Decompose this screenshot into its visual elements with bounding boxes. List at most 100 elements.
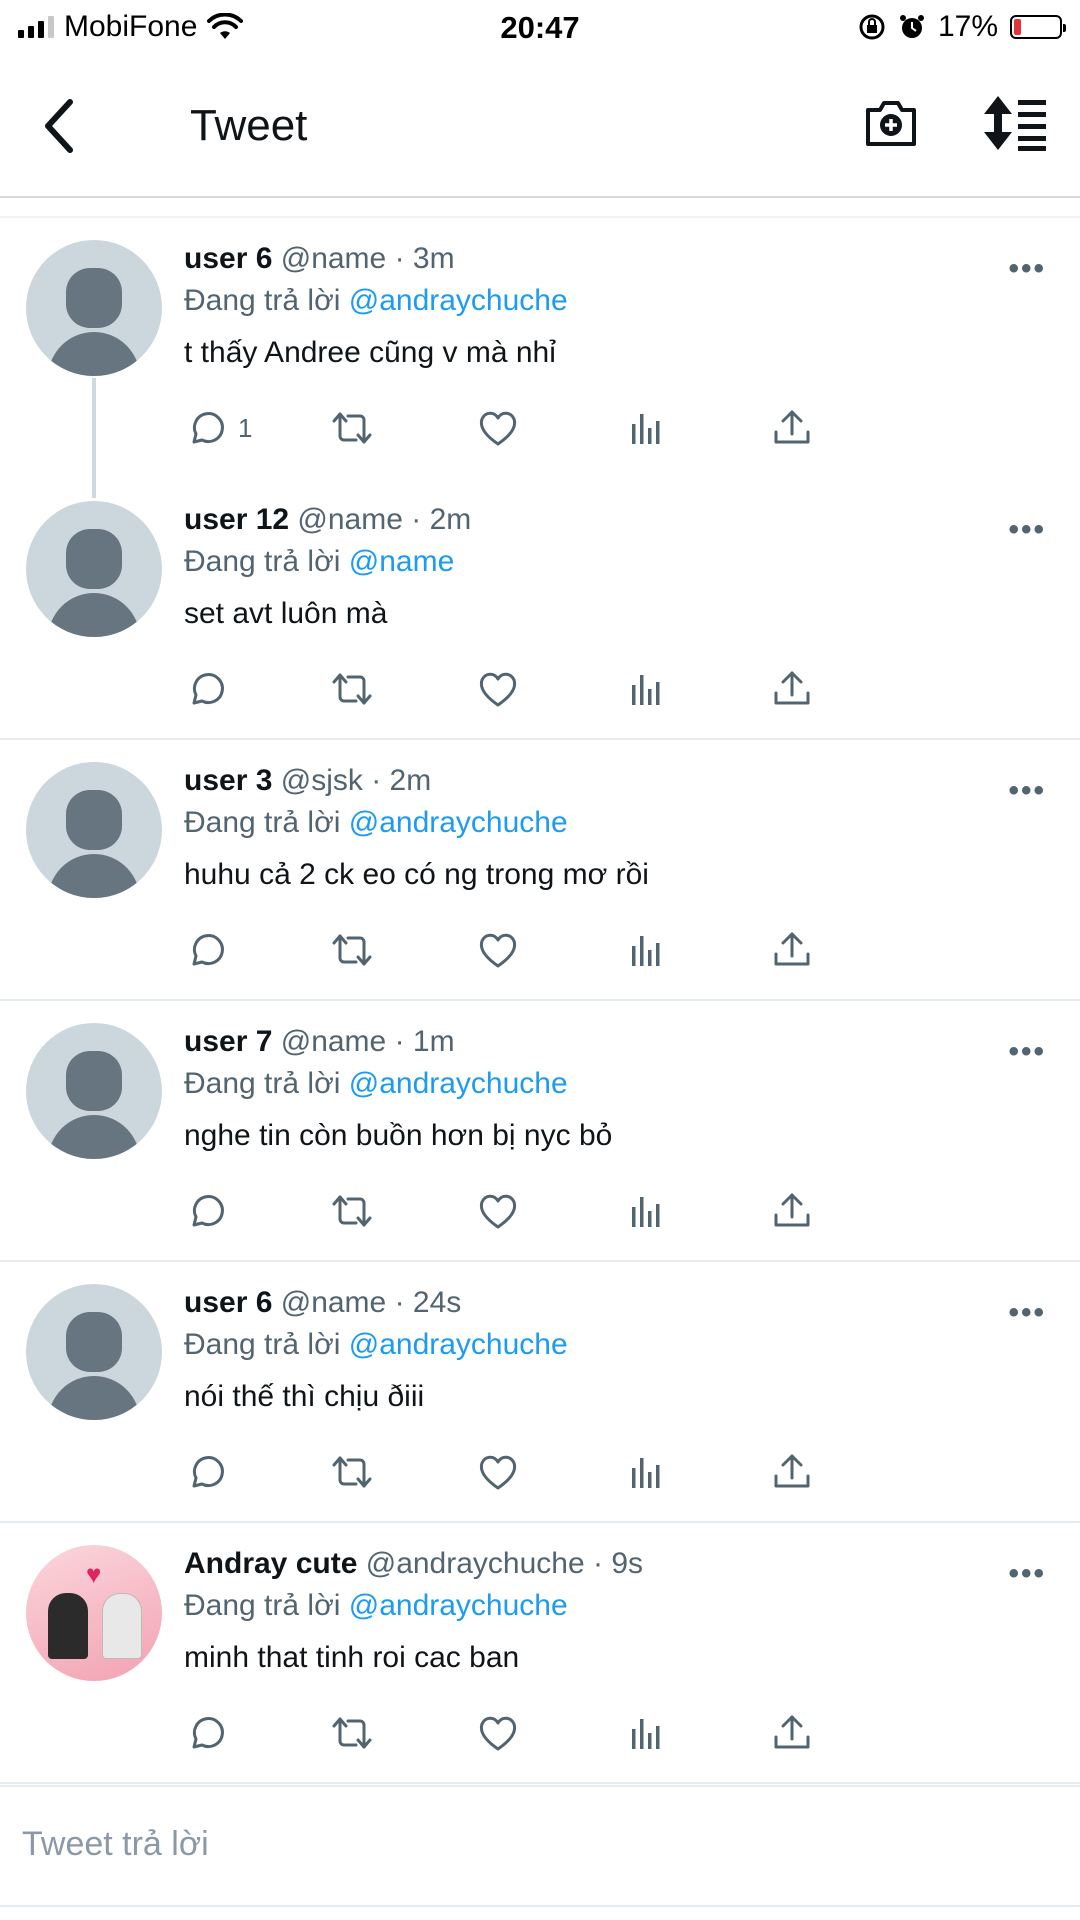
like-button[interactable]: [476, 926, 520, 974]
avatar[interactable]: [26, 1023, 162, 1159]
analytics-button[interactable]: [624, 404, 668, 452]
share-button[interactable]: [770, 665, 814, 713]
avatar[interactable]: ♥: [26, 1545, 162, 1681]
display-name[interactable]: user 6: [184, 1286, 272, 1319]
heart-icon: [479, 672, 517, 707]
avatar-head: [66, 790, 122, 850]
avatar[interactable]: [26, 501, 162, 637]
user-handle: @name: [280, 1286, 387, 1319]
analytics-button[interactable]: [624, 665, 668, 713]
share-button[interactable]: [770, 1187, 814, 1235]
tweet-text: nghe tin còn buồn hơn bị nyc bỏ: [184, 1119, 613, 1152]
tweet-actions: [184, 1709, 984, 1757]
tweet-header: user 12 @name · 2m: [184, 503, 1004, 543]
mention-link[interactable]: @name: [349, 545, 455, 578]
mention-link[interactable]: @andraychuche: [349, 806, 568, 839]
tweet[interactable]: user 3 @sjsk · 2m Đang trả lời @andraych…: [0, 740, 1080, 1001]
back-chevron-icon[interactable]: [38, 96, 78, 156]
retweet-icon: [332, 1717, 372, 1749]
mention-link[interactable]: @andraychuche: [349, 284, 568, 317]
more-options-icon[interactable]: •••: [1008, 1296, 1046, 1330]
reply-button[interactable]: [184, 926, 238, 974]
user-handle: @name: [297, 503, 403, 536]
share-button[interactable]: [770, 1448, 814, 1496]
tweet[interactable]: user 12 @name · 2m Đang trả lời @name se…: [0, 479, 1080, 740]
display-name[interactable]: user 12: [184, 503, 289, 536]
reply-button[interactable]: 1: [184, 404, 252, 452]
like-button[interactable]: [476, 404, 520, 452]
avatar-figure: [48, 1593, 88, 1659]
like-button[interactable]: [476, 665, 520, 713]
mention-link[interactable]: @andraychuche: [349, 1589, 568, 1622]
avatar-head: [66, 529, 122, 589]
more-options-icon[interactable]: •••: [1008, 1035, 1046, 1069]
display-name[interactable]: user 6: [184, 242, 272, 275]
tweet-content: user 12 @name · 2m Đang trả lời @name se…: [184, 503, 1004, 637]
replying-to: Đang trả lời @andraychuche: [184, 284, 1004, 326]
sort-icon[interactable]: [984, 94, 1048, 152]
more-options-icon[interactable]: •••: [1008, 1557, 1046, 1591]
share-icon: [774, 671, 810, 705]
mention-link[interactable]: @andraychuche: [349, 1067, 568, 1100]
share-button[interactable]: [770, 404, 814, 452]
separator: ·: [386, 1286, 413, 1319]
analytics-button[interactable]: [624, 1709, 668, 1757]
retweet-button[interactable]: [330, 404, 374, 452]
reply-icon: [192, 1195, 224, 1227]
retweet-button[interactable]: [330, 1709, 374, 1757]
analytics-button[interactable]: [624, 1448, 668, 1496]
tweet-actions: [184, 665, 984, 713]
more-options-icon[interactable]: •••: [1008, 774, 1046, 808]
more-options-icon[interactable]: •••: [1008, 513, 1046, 547]
share-button[interactable]: [770, 1709, 814, 1757]
retweet-icon: [332, 934, 372, 966]
timestamp: 9s: [611, 1547, 644, 1580]
avatar[interactable]: [26, 1284, 162, 1420]
like-button[interactable]: [476, 1448, 520, 1496]
avatar-body: [48, 854, 140, 898]
share-button[interactable]: [770, 926, 814, 974]
display-name[interactable]: user 3: [184, 764, 272, 797]
tweet[interactable]: user 7 @name · 1m Đang trả lời @andraych…: [0, 1001, 1080, 1262]
mention-link[interactable]: @andraychuche: [349, 1328, 568, 1361]
reply-button[interactable]: [184, 1709, 238, 1757]
reply-button[interactable]: [184, 1187, 238, 1235]
tweet-text: minh that tinh roi cac ban: [184, 1641, 520, 1674]
reply-composer[interactable]: Tweet trả lời: [0, 1785, 1080, 1907]
timestamp: 2m: [389, 764, 432, 797]
more-options-icon[interactable]: •••: [1008, 252, 1046, 286]
reply-button[interactable]: [184, 1448, 238, 1496]
tweet-header: user 6 @name · 3m: [184, 242, 1004, 282]
analytics-button[interactable]: [624, 926, 668, 974]
tweet[interactable]: ♥ Andray cute @andraychuche · 9s Đang tr…: [0, 1523, 1080, 1784]
tweet-header: user 6 @name · 24s: [184, 1286, 1004, 1326]
display-name[interactable]: user 7: [184, 1025, 272, 1058]
separator: ·: [402, 503, 430, 536]
battery-fill: [1014, 19, 1022, 35]
reply-button[interactable]: [184, 665, 238, 713]
like-button[interactable]: [476, 1187, 520, 1235]
tweet[interactable]: user 6 @name · 24s Đang trả lời @andrayc…: [0, 1262, 1080, 1523]
camera-plus-icon[interactable]: [862, 94, 920, 152]
avatar[interactable]: [26, 762, 162, 898]
separator: ·: [362, 764, 390, 797]
retweet-icon: [332, 1195, 372, 1227]
replying-to: Đang trả lời @andraychuche: [184, 1067, 1004, 1109]
retweet-icon: [332, 673, 372, 705]
reply-input-placeholder[interactable]: Tweet trả lời: [22, 1825, 209, 1864]
reply-icon: [192, 1717, 224, 1749]
avatar-figure: [102, 1593, 142, 1659]
reply-count: 1: [238, 412, 253, 443]
alarm-icon: [899, 15, 924, 38]
display-name[interactable]: Andray cute: [184, 1547, 357, 1580]
retweet-button[interactable]: [330, 1448, 374, 1496]
tweet[interactable]: user 6 @name · 3m Đang trả lời @andraych…: [0, 218, 1080, 498]
retweet-button[interactable]: [330, 926, 374, 974]
analytics-button[interactable]: [624, 1187, 668, 1235]
user-handle: @name: [280, 1025, 387, 1058]
avatar[interactable]: [26, 240, 162, 376]
retweet-button[interactable]: [330, 1187, 374, 1235]
retweet-button[interactable]: [330, 665, 374, 713]
tweet-actions: 1: [184, 404, 984, 452]
like-button[interactable]: [476, 1709, 520, 1757]
